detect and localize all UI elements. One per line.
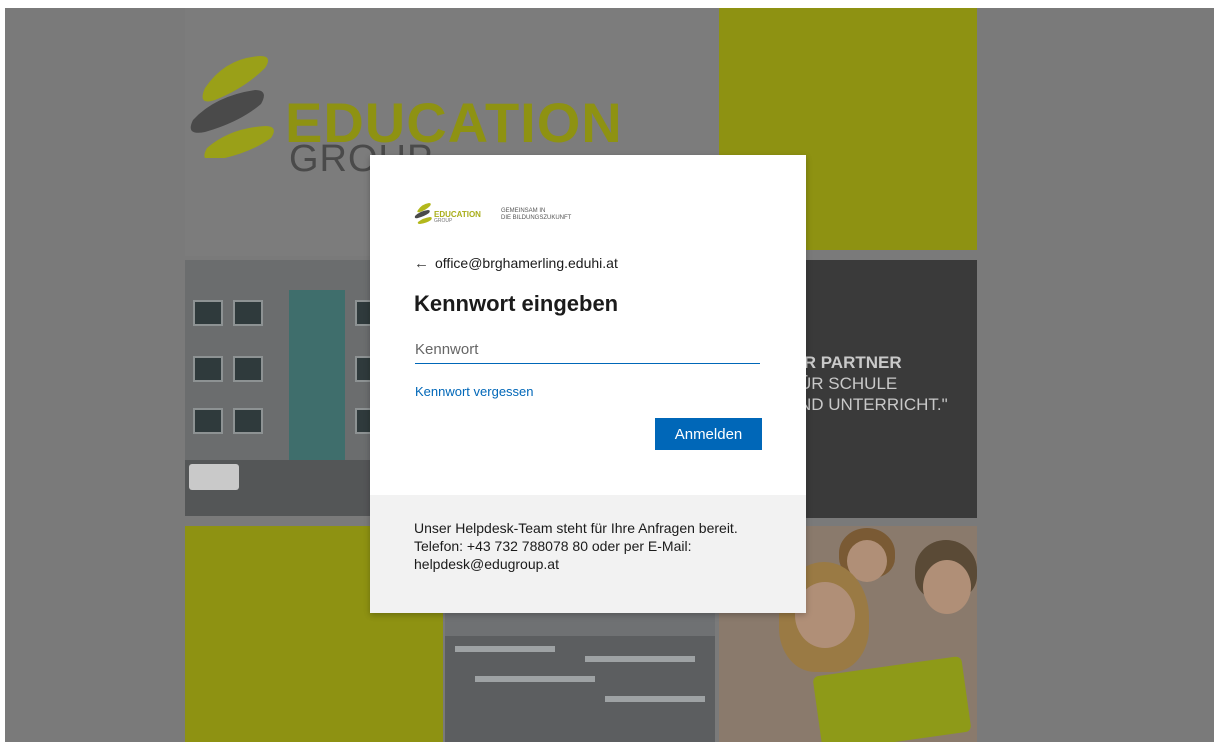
education-group-logo-icon — [414, 203, 432, 224]
dialog-logo-subtext: GROUP — [434, 218, 453, 224]
arrow-left-icon[interactable]: ← — [414, 255, 429, 272]
account-email: office@brghamerling.eduhi.at — [435, 255, 618, 271]
tagline-line-1: GEMEINSAM IN — [501, 208, 546, 214]
dialog-logo: EDUCATION GROUP GEMEINSAM IN DIE BILDUNG… — [414, 202, 594, 228]
dialog-tagline: GEMEINSAM IN DIE BILDUNGSZUKUNFT — [501, 208, 571, 222]
forgot-password-link[interactable]: Kennwort vergessen — [415, 384, 534, 399]
dialog-footer: Unser Helpdesk-Team steht für Ihre Anfra… — [370, 495, 806, 613]
helpdesk-info: Unser Helpdesk-Team steht für Ihre Anfra… — [414, 520, 738, 572]
sign-in-dialog: EDUCATION GROUP GEMEINSAM IN DIE BILDUNG… — [370, 155, 806, 613]
slogan-line-3: ND UNTERRICHT." — [799, 395, 948, 414]
background-screen: EDUCATION GROUP IR PARTNER ÜR SCHULE ND … — [5, 8, 1214, 742]
education-group-logo-icon — [190, 56, 274, 158]
slogan-line-1: IR PARTNER — [799, 353, 902, 372]
tagline-line-2: DIE BILDUNGSZUKUNFT — [501, 215, 572, 221]
sign-in-button[interactable]: Anmelden — [655, 418, 762, 450]
van-icon — [189, 464, 239, 490]
page-title: Kennwort eingeben — [414, 291, 619, 316]
slogan-line-2: ÜR SCHULE — [799, 374, 898, 393]
password-input[interactable] — [415, 335, 760, 364]
account-identity: ← office@brghamerling.eduhi.at — [414, 253, 618, 273]
